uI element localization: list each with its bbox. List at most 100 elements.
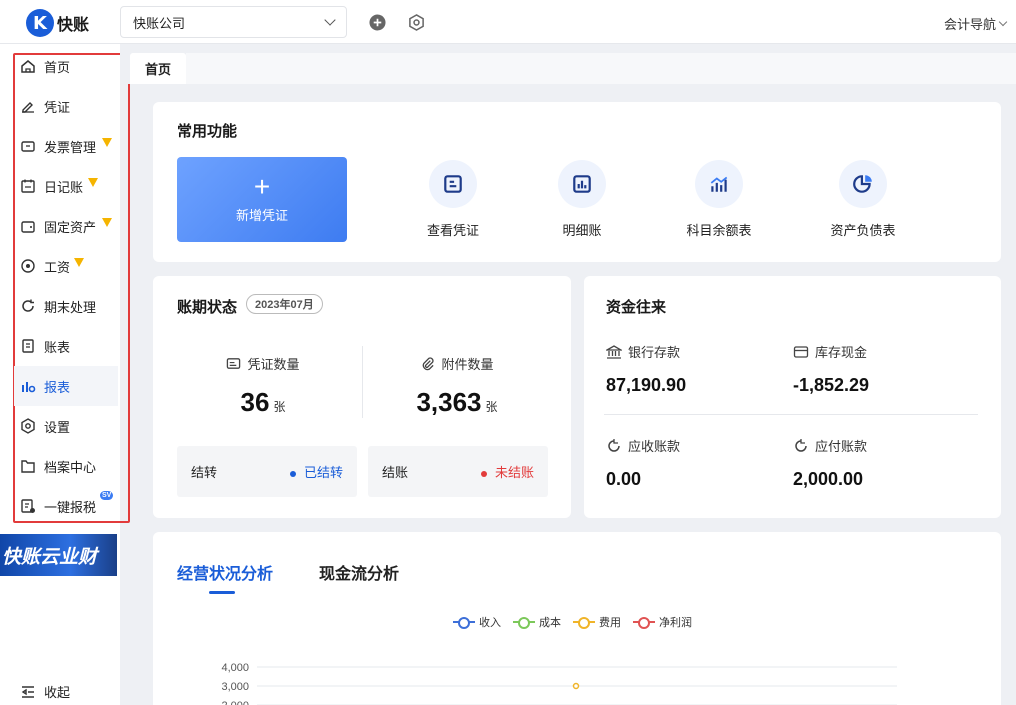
status-dot	[289, 470, 296, 477]
function-label: 科目余额表	[686, 223, 752, 238]
accounting-nav-label: 会计导航	[943, 17, 996, 32]
accounts-payable-label: 应付账款	[815, 439, 868, 454]
voucher-count-value-row: 36 张	[173, 387, 353, 418]
balance-sheet-button[interactable]: 资产负债表	[818, 160, 908, 239]
view-voucher-button[interactable]: 查看凭证	[408, 160, 498, 239]
cash-on-hand-value: -1,852.29	[793, 375, 870, 395]
closing-status[interactable]: 结账 未结账	[368, 446, 548, 497]
detail-ledger-icon	[558, 160, 606, 208]
legend-marker	[453, 617, 475, 629]
paperclip-icon	[423, 357, 435, 371]
carry-forward-status-text: 已结转	[303, 465, 343, 480]
bank-deposit[interactable]: 银行存款 87,190.90	[606, 342, 686, 396]
sidebar-item-voucher[interactable]: 凭证	[20, 86, 116, 126]
calendar-icon	[21, 179, 35, 193]
active-tab-indicator	[209, 591, 235, 594]
receivable-icon	[608, 438, 620, 452]
chevron-down-icon	[998, 17, 1008, 27]
sidebar-item-journal[interactable]: 日记账	[20, 166, 116, 206]
sidebar-item-fixed-assets[interactable]: 固定资产	[20, 206, 116, 246]
y-tick-label: 4,000	[221, 662, 249, 674]
legend-item[interactable]: 收入	[453, 614, 501, 630]
sidebar-item-settings[interactable]: 设置	[20, 406, 116, 446]
sidebar-item-archive[interactable]: 档案中心	[20, 446, 116, 486]
chevron-down-icon	[324, 14, 336, 26]
accounts-receivable-value: 0.00	[606, 469, 642, 489]
function-label: 查看凭证	[426, 223, 479, 238]
unit-label: 张	[273, 400, 286, 414]
accounting-nav[interactable]: 会计导航	[943, 14, 1008, 33]
brand-name: 快账	[57, 17, 90, 34]
accounts-receivable[interactable]: 应收账款 0.00	[606, 436, 680, 490]
carry-forward-label: 结转	[191, 465, 218, 480]
accounts-payable-label-row: 应付账款	[793, 436, 867, 455]
wallet-icon	[21, 221, 35, 233]
add-circle-icon[interactable]	[369, 14, 386, 31]
sidebar-item-label: 凭证	[44, 99, 71, 115]
sidebar-item-tax[interactable]: 一键报税 SV	[20, 486, 116, 526]
sidebar-item-label: 设置	[44, 419, 71, 435]
detail-ledger-button[interactable]: 明细账	[537, 160, 627, 239]
sidebar-item-reports[interactable]: 报表	[14, 366, 118, 406]
sidebar-item-label: 报表	[44, 379, 71, 395]
legend-label: 净利润	[659, 617, 692, 629]
period-status-title: 账期状态	[177, 299, 238, 316]
sidebar: 首页 凭证 发票管理 日记账 固定资产 工资 期末处理 账表 报表 设置 档案中…	[0, 44, 130, 705]
y-tick-label: 3,000	[221, 681, 249, 693]
period-status-card: 账期状态 2023年07月 凭证数量 36 张 附件数量 3,363 张 结转 已结…	[153, 276, 571, 518]
closing-status-text: 未结账	[494, 465, 534, 480]
data-point[interactable]	[572, 682, 580, 690]
voucher-icon	[227, 358, 241, 369]
sidebar-item-salary[interactable]: 工资	[20, 246, 116, 286]
tab-business-analysis[interactable]: 经营状况分析	[177, 560, 273, 584]
collapse-label: 收起	[44, 685, 71, 700]
settings-hex-icon[interactable]	[408, 14, 425, 31]
promo-banner[interactable]: 快账云业财	[0, 534, 117, 576]
legend-marker	[513, 617, 535, 629]
cash-on-hand-label: 库存现金	[815, 345, 868, 360]
bank-icon	[606, 344, 622, 359]
function-label: 明细账	[562, 223, 602, 238]
legend-label: 收入	[479, 617, 501, 629]
legend-item[interactable]: 成本	[513, 614, 561, 630]
carry-forward-status[interactable]: 结转 已结转	[177, 446, 357, 497]
legend-item[interactable]: 费用	[573, 614, 621, 630]
company-select[interactable]: 快账公司	[120, 6, 347, 38]
sidebar-item-period-end[interactable]: 期末处理	[20, 286, 116, 326]
sidebar-item-label: 档案中心	[44, 459, 97, 475]
cash-on-hand-label-row: 库存现金	[793, 342, 869, 361]
function-label: 资产负债表	[830, 223, 896, 238]
plus-icon: +	[253, 171, 271, 202]
logo-mark: K	[26, 9, 54, 37]
common-functions-card: 常用功能 + 新增凭证 查看凭证 明细账 科目余额表 资产负债表	[153, 102, 1001, 262]
accounts-payable-value: 2,000.00	[793, 469, 864, 489]
vip-badge-icon	[102, 218, 112, 227]
logo[interactable]: K 快账	[26, 9, 89, 37]
voucher-count-value: 36	[240, 387, 270, 417]
bank-deposit-label: 银行存款	[628, 345, 681, 360]
sidebar-item-invoice[interactable]: 发票管理	[20, 126, 116, 166]
closing-status-text-row: 未结账	[480, 462, 534, 481]
new-voucher-label: 新增凭证	[235, 208, 288, 223]
bank-deposit-value: 87,190.90	[606, 375, 687, 395]
unit-label: 张	[485, 400, 498, 414]
sidebar-item-label: 工资	[44, 259, 71, 275]
account-balance-button[interactable]: 科目余额表	[674, 160, 764, 239]
sidebar-item-ledgers[interactable]: 账表	[20, 326, 116, 366]
card-icon	[793, 345, 809, 358]
accounts-payable[interactable]: 应付账款 2,000.00	[793, 436, 867, 490]
sidebar-item-home[interactable]: 首页	[20, 46, 116, 86]
line-chart: 4,000 3,000 2,000	[221, 662, 897, 705]
cash-on-hand[interactable]: 库存现金 -1,852.29	[793, 342, 869, 396]
accounts-receivable-label-row: 应收账款	[606, 436, 680, 455]
voucher-count-label-row: 凭证数量	[173, 354, 353, 373]
new-voucher-button[interactable]: + 新增凭证	[177, 157, 347, 242]
bank-deposit-label-row: 银行存款	[606, 342, 686, 361]
period-tag[interactable]: 2023年07月	[246, 294, 323, 314]
collapse-button[interactable]: 收起	[20, 682, 70, 701]
vip-badge-icon	[102, 138, 112, 147]
sidebar-item-label: 固定资产	[44, 219, 97, 235]
legend-item[interactable]: 净利润	[633, 614, 692, 630]
tab-cashflow-analysis[interactable]: 现金流分析	[319, 560, 399, 584]
tab-home[interactable]: 首页	[130, 53, 186, 84]
